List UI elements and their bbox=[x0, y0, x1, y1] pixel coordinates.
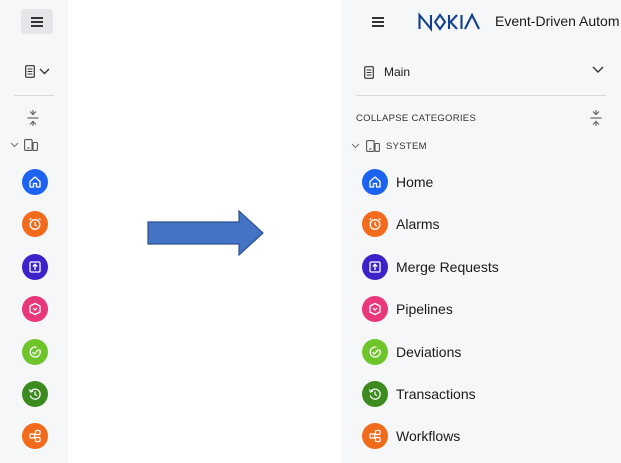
merge-request-icon bbox=[369, 261, 381, 273]
chevron-down-icon bbox=[592, 66, 604, 73]
merge-request-icon bbox=[29, 261, 41, 273]
nav-item-label: Merge Requests bbox=[396, 259, 499, 275]
navigator-selector[interactable]: Main bbox=[364, 60, 604, 84]
right-arrow-icon bbox=[147, 209, 264, 257]
history-icon bbox=[28, 388, 41, 400]
top-bar: Event-Driven Autom bbox=[342, 0, 621, 44]
nav-item-label: Pipelines bbox=[396, 301, 453, 317]
workflow-icon bbox=[369, 429, 381, 443]
nav-item-label: Deviations bbox=[396, 344, 462, 360]
nav-item-icon-circle bbox=[362, 381, 388, 407]
nav-icon-merge-requests[interactable] bbox=[22, 254, 48, 280]
collapse-vertical-icon bbox=[590, 110, 602, 126]
nav-item-icon-circle bbox=[362, 339, 388, 365]
nav-item-workflows[interactable]: Workflows bbox=[362, 423, 460, 449]
devices-icon bbox=[366, 140, 380, 152]
category-toggle-system-collapsed[interactable] bbox=[10, 139, 38, 151]
workflow-icon bbox=[29, 429, 41, 443]
nokia-logo bbox=[418, 12, 482, 37]
nav-item-icon-circle bbox=[362, 296, 388, 322]
document-icon bbox=[25, 64, 35, 78]
collapse-categories-button[interactable] bbox=[27, 110, 39, 131]
nav-icon-home[interactable] bbox=[22, 169, 48, 195]
menu-toggle-button[interactable] bbox=[21, 9, 53, 34]
collapse-categories-label[interactable]: COLLAPSE CATEGORIES bbox=[356, 113, 476, 124]
collapsed-sidebar bbox=[0, 0, 68, 463]
home-icon bbox=[29, 176, 41, 188]
deviation-icon bbox=[29, 346, 41, 358]
transition-arrow bbox=[147, 209, 265, 261]
divider bbox=[14, 95, 54, 96]
nav-item-label: Workflows bbox=[396, 428, 461, 444]
nav-item-deviations[interactable]: Deviations bbox=[362, 339, 461, 365]
nav-icon-pipelines[interactable] bbox=[22, 296, 48, 322]
chevron-down-icon bbox=[10, 142, 19, 148]
app-title: Event-Driven Autom bbox=[495, 13, 620, 29]
nav-icon-workflows[interactable] bbox=[22, 423, 48, 449]
navigator-selected-label: Main bbox=[384, 65, 411, 79]
alarm-clock-icon bbox=[29, 218, 41, 230]
chevron-down-icon bbox=[351, 143, 360, 149]
history-icon bbox=[368, 388, 381, 400]
alarm-clock-icon bbox=[369, 218, 381, 230]
category-toggle-system[interactable]: SYSTEM bbox=[351, 140, 427, 152]
chevron-down-icon bbox=[39, 68, 50, 74]
devices-icon bbox=[24, 139, 38, 151]
nav-item-alarms[interactable]: Alarms bbox=[362, 211, 440, 237]
navigator-selector-collapsed[interactable] bbox=[25, 62, 55, 80]
hamburger-icon bbox=[31, 16, 43, 27]
nav-icon-transactions[interactable] bbox=[22, 381, 48, 407]
nav-item-icon-circle bbox=[362, 169, 388, 195]
deviation-icon bbox=[369, 346, 381, 358]
nav-item-label: Home bbox=[396, 174, 434, 190]
divider bbox=[356, 95, 606, 96]
nav-item-pipelines[interactable]: Pipelines bbox=[362, 296, 453, 322]
expanded-sidebar: Event-Driven Autom Main COLLAPSE CATEGOR… bbox=[342, 0, 621, 463]
nav-item-label: Transactions bbox=[396, 386, 476, 402]
collapse-vertical-icon bbox=[27, 110, 39, 126]
pipeline-icon bbox=[29, 302, 41, 316]
nav-item-merge-requests[interactable]: Merge Requests bbox=[362, 254, 499, 280]
collapse-categories-button[interactable] bbox=[590, 110, 602, 131]
nav-item-label: Alarms bbox=[396, 216, 440, 232]
nav-icon-alarms[interactable] bbox=[22, 211, 48, 237]
home-icon bbox=[369, 176, 381, 188]
category-label: SYSTEM bbox=[386, 140, 427, 152]
document-icon bbox=[364, 65, 374, 79]
nav-item-icon-circle bbox=[362, 423, 388, 449]
nav-icon-deviations[interactable] bbox=[22, 339, 48, 365]
nav-item-home[interactable]: Home bbox=[362, 169, 433, 195]
nav-item-icon-circle bbox=[362, 211, 388, 237]
nav-item-transactions[interactable]: Transactions bbox=[362, 381, 476, 407]
nav-item-icon-circle bbox=[362, 254, 388, 280]
pipeline-icon bbox=[369, 302, 381, 316]
